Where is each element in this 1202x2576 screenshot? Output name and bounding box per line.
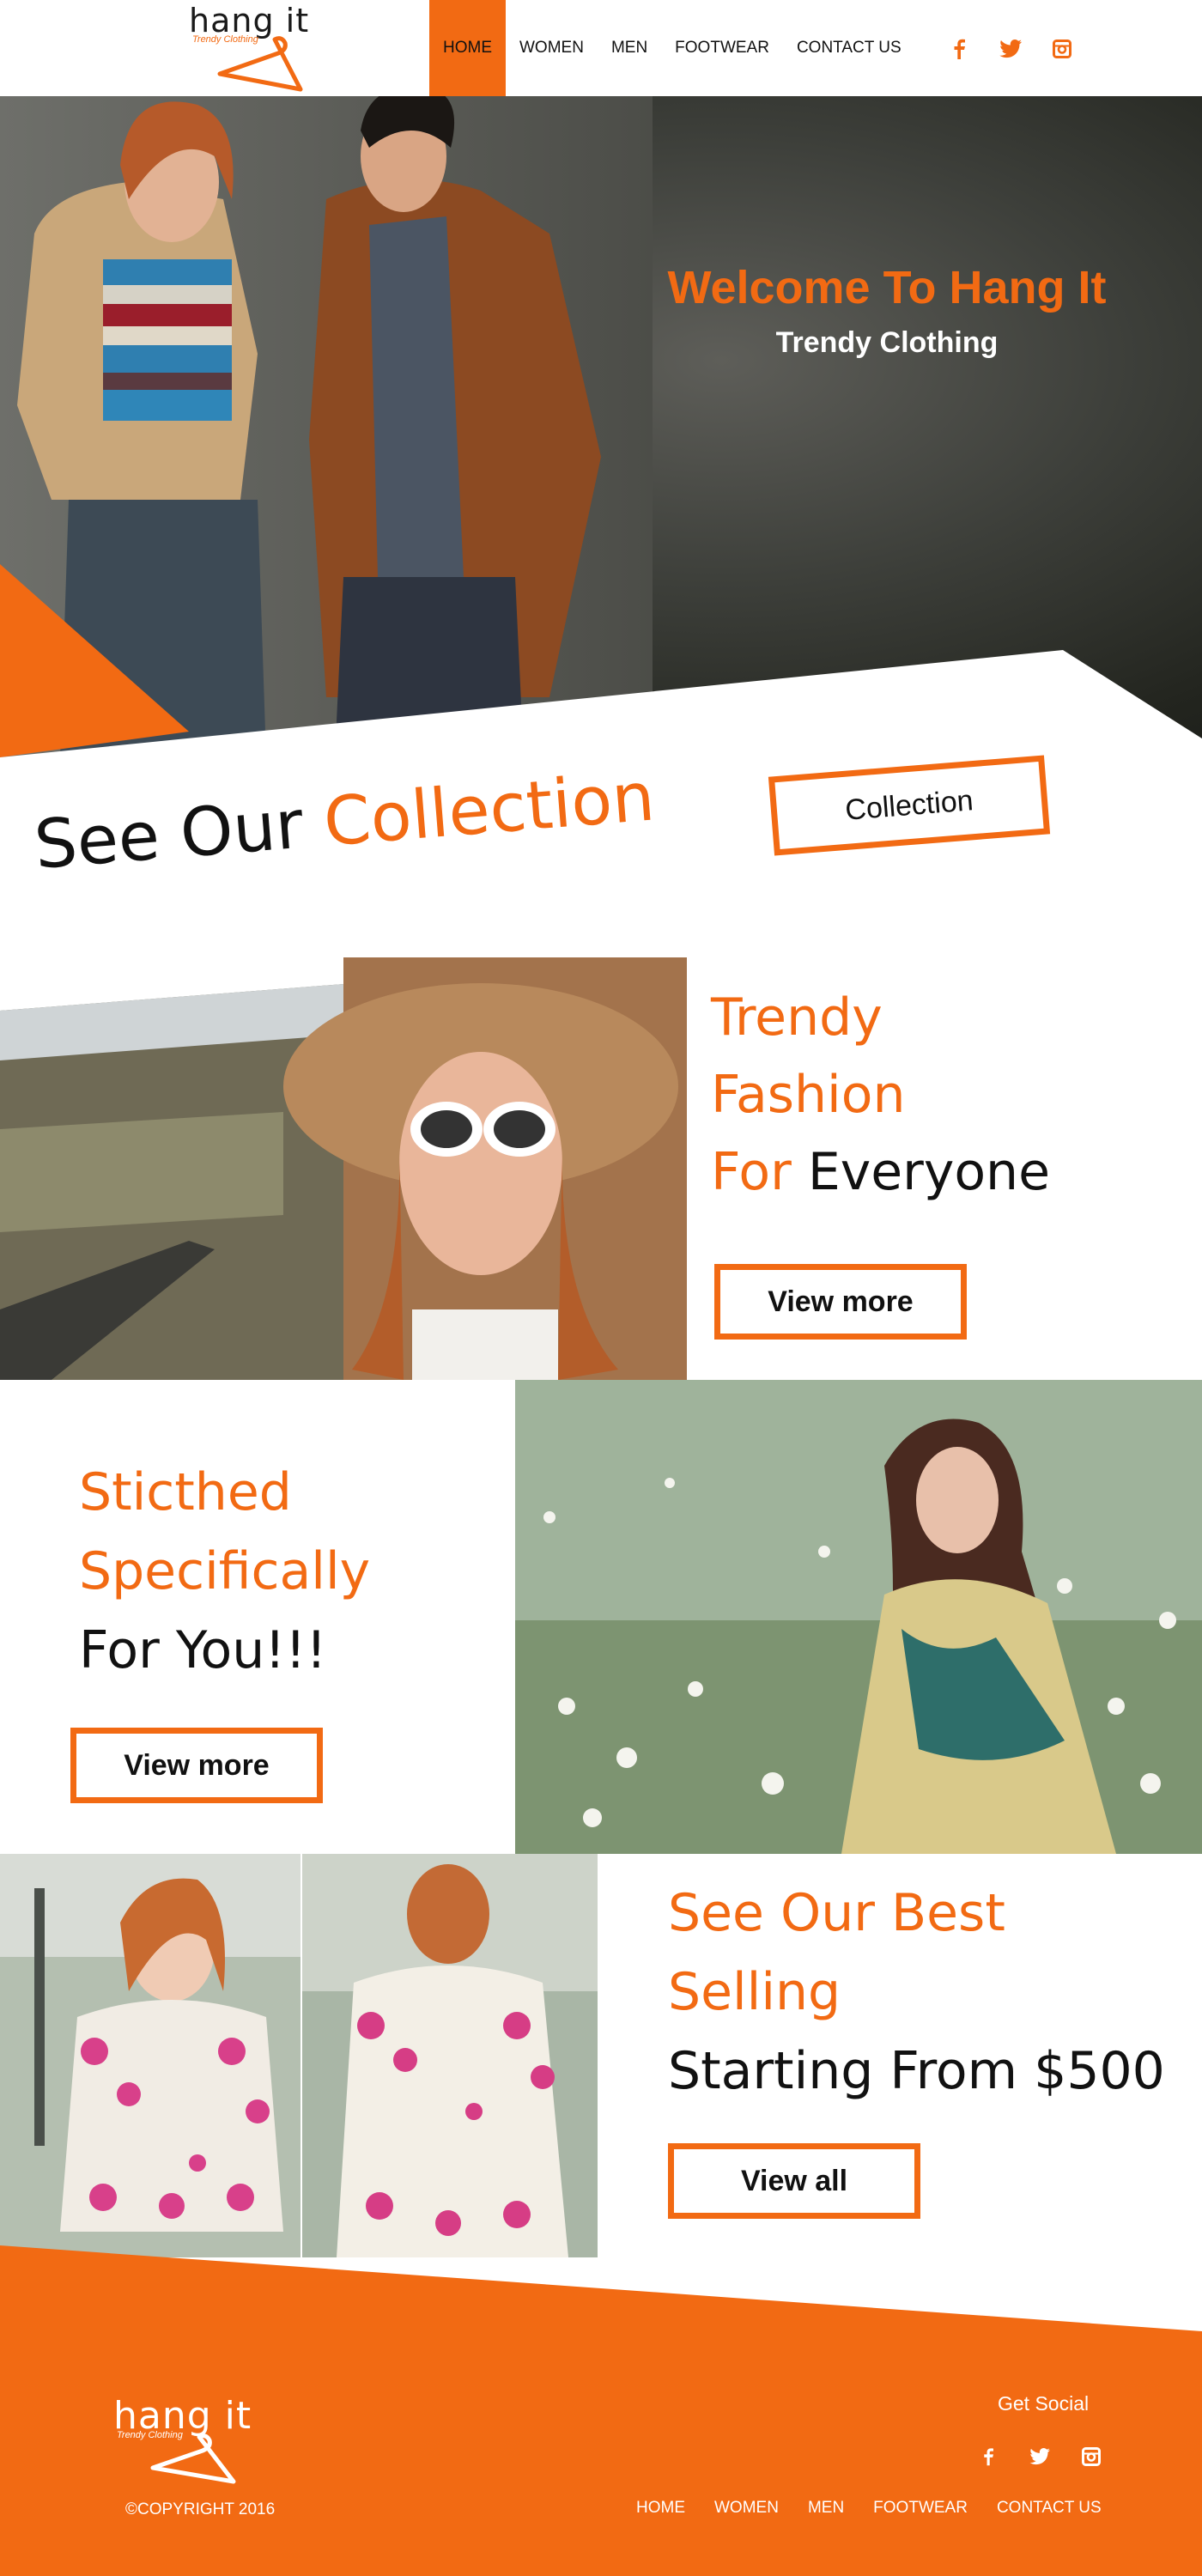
feature1-line3-accent: For (711, 1142, 792, 1202)
navbar: hang it Trendy Clothing HOME WOMEN MEN F… (0, 0, 1202, 96)
footer-hanger-icon (150, 2433, 236, 2484)
collection-heading-accent: Collection (320, 758, 658, 862)
feature3-text: See Our Best Selling Starting From $500 (668, 1874, 1165, 2111)
feature2-line1: Sticthed (79, 1462, 292, 1522)
feature1-line2: Fashion (711, 1065, 906, 1125)
floral-top-model-back-image (302, 1854, 598, 2283)
copyright-text: ©COPYRIGHT 2016 (125, 2500, 276, 2518)
footer-nav: HOME WOMEN MEN FOOTWEAR CONTACT US (622, 2499, 1116, 2518)
feature1-line1: Trendy (711, 987, 883, 1048)
nav-item-footwear[interactable]: FOOTWEAR (661, 0, 783, 96)
feature3-line3: Starting From $500 (668, 2041, 1165, 2101)
feature2-line2: Specifically (79, 1541, 371, 1601)
brand-logo[interactable]: hang it Trendy Clothing (189, 2, 326, 94)
hero-banner: Welcome To Hang It Trendy Clothing (0, 96, 1202, 757)
nav-item-men[interactable]: MEN (598, 0, 661, 96)
twitter-icon[interactable] (999, 38, 1022, 60)
feature3-line2: Selling (668, 1962, 841, 2022)
hat-model-image (0, 957, 687, 1380)
hanger-icon (217, 36, 303, 92)
floral-dress-model-image (515, 1380, 1202, 1854)
facebook-icon[interactable] (977, 2445, 999, 2468)
collection-heading-dark: See Our (31, 786, 307, 884)
nav-item-contact[interactable]: CONTACT US (783, 0, 915, 96)
view-more-button-1[interactable]: View more (714, 1264, 967, 1340)
instagram-icon[interactable] (1080, 2445, 1102, 2468)
nav-item-women[interactable]: WOMEN (506, 0, 598, 96)
twitter-icon[interactable] (1029, 2445, 1051, 2468)
nav-item-home[interactable]: HOME (429, 0, 506, 96)
view-more-button-2[interactable]: View more (70, 1728, 323, 1803)
view-all-button[interactable]: View all (668, 2143, 920, 2219)
facebook-icon[interactable] (948, 38, 970, 60)
footer-nav-contact[interactable]: CONTACT US (982, 2499, 1116, 2518)
footer-nav-home[interactable]: HOME (622, 2499, 700, 2518)
feature1-line3: For Everyone (711, 1133, 1050, 1211)
collection-button[interactable]: Collection (768, 755, 1051, 856)
get-social-label: Get Social (998, 2392, 1090, 2415)
main-nav: HOME WOMEN MEN FOOTWEAR CONTACT US (429, 0, 915, 96)
footer-nav-footwear[interactable]: FOOTWEAR (859, 2499, 982, 2518)
footer-logo[interactable]: hang it Trendy Clothing (113, 2394, 285, 2484)
floral-top-model-front-image (0, 1854, 300, 2257)
footer-social-links (977, 2445, 1102, 2468)
hero-angled-edge (0, 564, 1202, 757)
header-social-links (948, 38, 1073, 60)
feature3-line1: See Our Best (668, 1883, 1005, 1943)
feature1-line3-dark: Everyone (807, 1142, 1050, 1202)
feature2-text: Sticthed Specifically For You!!! (79, 1453, 370, 1690)
feature2-line3: For You!!! (79, 1620, 327, 1680)
collection-heading: See Our Collection (32, 758, 658, 884)
footer-nav-men[interactable]: MEN (793, 2499, 859, 2518)
feature1-text: Trendy Fashion For Everyone (711, 979, 1050, 1211)
footer-nav-women[interactable]: WOMEN (700, 2499, 793, 2518)
instagram-icon[interactable] (1051, 38, 1073, 60)
